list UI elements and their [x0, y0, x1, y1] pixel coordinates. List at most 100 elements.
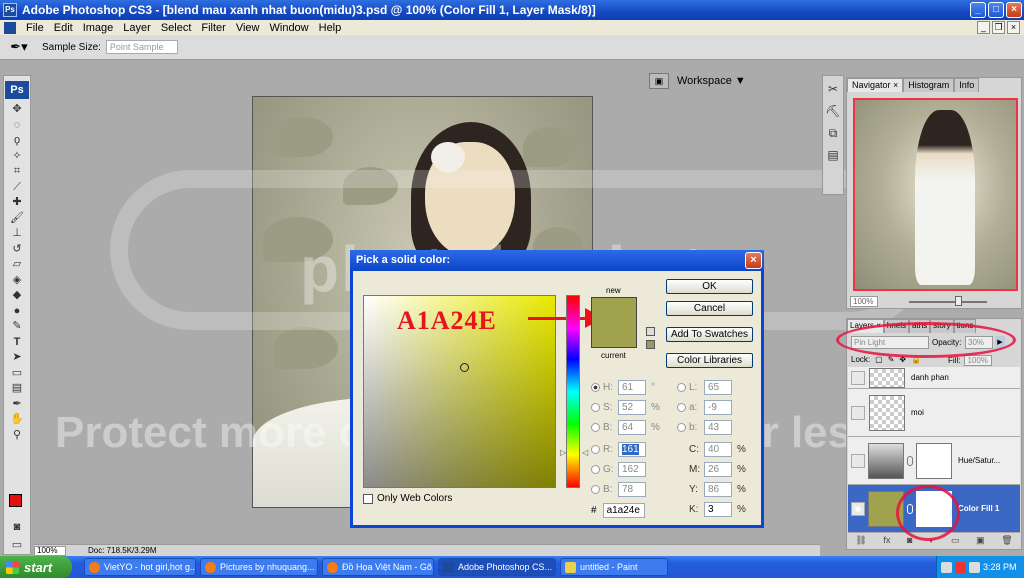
green-radio[interactable]: [591, 465, 600, 474]
taskbar-item-dohoa[interactable]: Đồ Họa Việt Nam - Gõ...: [322, 558, 434, 576]
layer-mask-thumbnail[interactable]: [916, 442, 952, 479]
new-group-icon[interactable]: ▭: [951, 535, 960, 549]
lab-l-radio[interactable]: [677, 383, 686, 392]
type-tool-icon[interactable]: T: [5, 335, 29, 351]
lab-b-radio[interactable]: [677, 423, 686, 432]
layer-row[interactable]: moi: [848, 389, 1020, 437]
brightness-radio[interactable]: [591, 423, 600, 432]
blue-field[interactable]: 78: [618, 482, 646, 497]
tab-histogram[interactable]: Histogram: [903, 78, 955, 92]
doc-close-icon[interactable]: ×: [1007, 21, 1020, 34]
clone-stamp-tool-icon[interactable]: ⊥: [5, 226, 29, 242]
paint-bucket-tool-icon[interactable]: ◈: [5, 273, 29, 289]
green-field[interactable]: 162: [618, 462, 646, 477]
doc-size-info[interactable]: Doc: 718.5K/3.29M: [88, 546, 156, 555]
current-color-swatch[interactable]: [591, 347, 637, 348]
menu-view[interactable]: View: [231, 22, 265, 34]
layer-style-icon[interactable]: fx: [883, 535, 890, 549]
brush-tool-icon[interactable]: 🖌: [5, 211, 29, 227]
ok-button[interactable]: OK: [666, 279, 753, 294]
taskbar-item-vietyo[interactable]: VietYO - hot girl,hot g...: [84, 558, 196, 576]
magic-wand-tool-icon[interactable]: ✧: [5, 149, 29, 165]
menu-file[interactable]: File: [21, 22, 49, 34]
pen-tool-icon[interactable]: ✎: [5, 319, 29, 335]
yellow-field[interactable]: 86: [704, 482, 732, 497]
status-zoom-field[interactable]: 100%: [34, 545, 66, 556]
taskbar-item-photoshop[interactable]: Adobe Photoshop CS...: [438, 558, 556, 576]
hue-radio[interactable]: [591, 383, 600, 392]
quick-mask-icon[interactable]: ◙: [5, 520, 29, 536]
hue-slider-right-arrow-icon[interactable]: ◁: [582, 448, 588, 457]
clone-source-icon[interactable]: ⧉: [824, 124, 842, 142]
tray-icon[interactable]: [969, 561, 980, 573]
lab-a-radio[interactable]: [677, 403, 686, 412]
saturation-field[interactable]: 52: [618, 400, 646, 415]
fill-field[interactable]: 100%: [964, 355, 993, 366]
visibility-eye-icon[interactable]: ◉: [851, 501, 865, 516]
delete-layer-icon[interactable]: 🗑: [1001, 535, 1012, 549]
lab-a-field[interactable]: -9: [704, 400, 732, 415]
dialog-close-icon[interactable]: ×: [745, 252, 762, 269]
lasso-tool-icon[interactable]: ϙ: [5, 133, 29, 149]
bridge-icon[interactable]: ▣: [649, 73, 669, 89]
move-tool-icon[interactable]: ✥: [5, 102, 29, 118]
zoom-tool-icon[interactable]: ⚲: [5, 428, 29, 444]
minimize-icon[interactable]: _: [970, 2, 986, 18]
hue-slider[interactable]: [566, 295, 580, 488]
foreground-color-swatch[interactable]: [9, 494, 22, 507]
saturation-radio[interactable]: [591, 403, 600, 412]
new-layer-icon[interactable]: ▣: [976, 535, 985, 549]
taskbar-item-pictures[interactable]: Pictures by nhuquang...: [200, 558, 318, 576]
chain-icon[interactable]: [907, 455, 913, 466]
red-radio[interactable]: [591, 445, 600, 454]
menu-select[interactable]: Select: [156, 22, 197, 34]
navigator-zoom-field[interactable]: 100%: [850, 296, 878, 307]
visibility-toggle[interactable]: [851, 370, 865, 385]
eraser-tool-icon[interactable]: ▱: [5, 257, 29, 273]
checkbox-box[interactable]: [363, 493, 373, 504]
lock-transparency-icon[interactable]: ▢: [875, 355, 883, 364]
tab-info[interactable]: Info: [954, 78, 980, 92]
web-safe-swatch[interactable]: [646, 340, 655, 349]
hue-field[interactable]: 61: [618, 380, 646, 395]
visibility-toggle[interactable]: [851, 405, 865, 420]
navigator-zoom-slider[interactable]: [909, 301, 987, 303]
menu-edit[interactable]: Edit: [49, 22, 78, 34]
tab-navigator[interactable]: Navigator ×: [847, 78, 904, 92]
hand-tool-icon[interactable]: ✋: [5, 412, 29, 428]
shape-tool-icon[interactable]: ▭: [5, 366, 29, 382]
healing-brush-tool-icon[interactable]: ✚: [5, 195, 29, 211]
doc-restore-icon[interactable]: ❐: [992, 21, 1005, 34]
out-of-gamut-warning-icon[interactable]: [646, 327, 655, 336]
navigator-preview[interactable]: [853, 98, 1018, 291]
layer-row[interactable]: Hue/Satur...: [848, 437, 1020, 485]
black-field[interactable]: 3: [704, 502, 732, 517]
tray-icon[interactable]: [955, 561, 966, 573]
only-web-colors-checkbox[interactable]: Only Web Colors: [363, 493, 452, 504]
tool-presets-icon[interactable]: ✂: [824, 80, 842, 98]
workspace-menu[interactable]: Workspace ▼: [677, 75, 746, 87]
start-button[interactable]: start: [0, 556, 72, 578]
taskbar-item-paint[interactable]: untitled - Paint: [560, 558, 668, 576]
link-layers-icon[interactable]: ⛓: [855, 535, 866, 549]
visibility-toggle[interactable]: [851, 453, 865, 468]
sample-size-select[interactable]: Point Sample: [105, 40, 178, 54]
hex-field[interactable]: a1a24e: [602, 503, 645, 518]
history-brush-tool-icon[interactable]: ↺: [5, 242, 29, 258]
notes-tool-icon[interactable]: ▤: [5, 381, 29, 397]
menu-layer[interactable]: Layer: [118, 22, 156, 34]
menu-window[interactable]: Window: [265, 22, 314, 34]
magenta-field[interactable]: 26: [704, 462, 732, 477]
maximize-icon[interactable]: □: [988, 2, 1004, 18]
blur-tool-icon[interactable]: ◆: [5, 288, 29, 304]
eyedropper-tool-preset-icon[interactable]: ✒▾: [8, 38, 30, 56]
dodge-tool-icon[interactable]: ●: [5, 304, 29, 320]
menu-filter[interactable]: Filter: [196, 22, 230, 34]
slice-tool-icon[interactable]: ⟋: [5, 180, 29, 196]
path-selection-tool-icon[interactable]: ➤: [5, 350, 29, 366]
crop-tool-icon[interactable]: ⌗: [5, 164, 29, 180]
brightness-field[interactable]: 64: [618, 420, 646, 435]
close-icon[interactable]: ×: [1006, 2, 1022, 18]
cyan-field[interactable]: 40: [704, 442, 732, 457]
brushes-icon[interactable]: ⛏: [824, 102, 842, 120]
